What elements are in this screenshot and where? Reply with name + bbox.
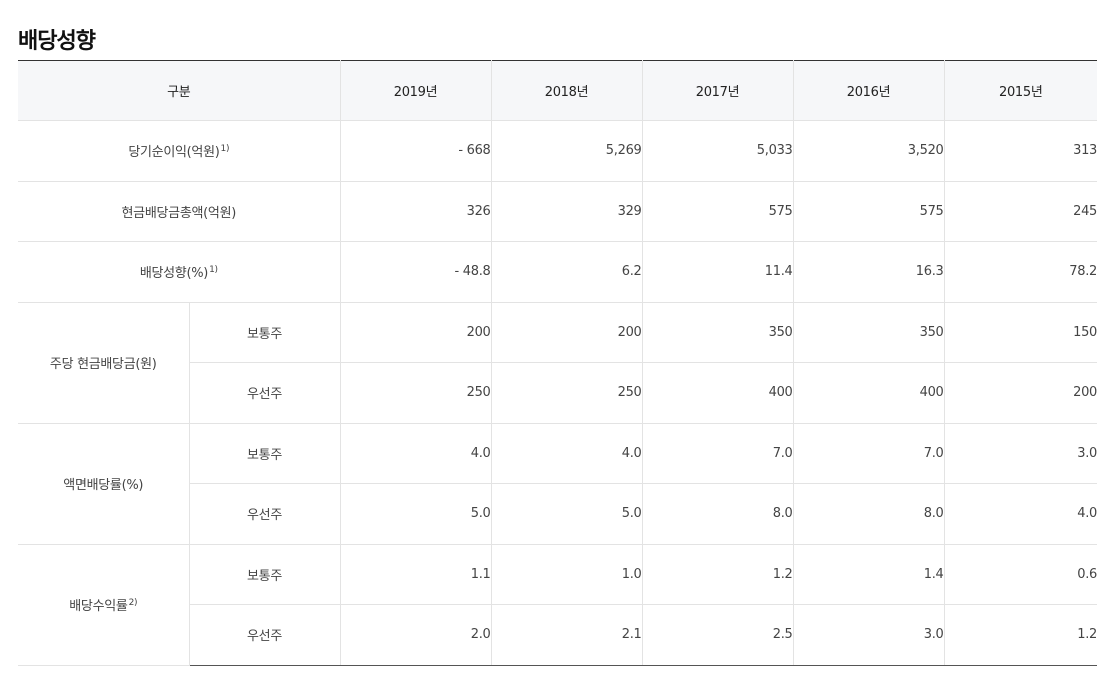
table-cell: 78.2 [943, 241, 1097, 303]
footnote-marker: 1) [209, 265, 218, 276]
table-row-payout-ratio: 배당성향(%)1) - 48.8 6.2 11.4 16.3 78.2 [18, 241, 1097, 303]
sub-label: 보통주 [188, 301, 341, 363]
group-label: 배당수익률2) [18, 543, 190, 666]
row-label: 현금배당금총액(억원) [18, 180, 341, 242]
table-cell: 400 [641, 362, 794, 424]
row-label-text: 당기순이익(억원) [128, 145, 220, 161]
table-header-row: 구분 2019년 2018년 2017년 2016년 2015년 [18, 60, 1098, 121]
table-cell: 350 [641, 301, 794, 363]
table-cell: 250 [490, 362, 643, 424]
table-cell: 16.3 [792, 241, 945, 303]
table-cell: - 668 [339, 120, 492, 182]
dividend-table: 구분 2019년 2018년 2017년 2016년 2015년 당기순이익(억… [18, 60, 1097, 666]
group-label-text: 배당수익률 [69, 599, 128, 614]
table-cell: 350 [792, 301, 945, 363]
table-cell: 575 [641, 180, 794, 242]
header-year: 2016년 [792, 60, 945, 121]
sub-label: 우선주 [189, 362, 341, 424]
table-cell: 326 [339, 180, 492, 242]
table-cell: 150 [943, 301, 1097, 363]
table-cell: 1.2 [641, 543, 794, 605]
table-cell: 1.1 [339, 543, 492, 605]
table-cell: 5.0 [339, 483, 492, 545]
table-cell: 1.2 [943, 604, 1097, 666]
table-cell: 250 [339, 362, 492, 424]
footnote-marker: 2) [128, 598, 138, 608]
table-cell: 8.0 [641, 483, 794, 545]
header-year: 2017년 [641, 60, 794, 121]
row-label: 당기순이익(억원)1) [18, 120, 341, 182]
table-cell: 200 [339, 301, 492, 363]
table-cell: 0.6 [943, 543, 1097, 605]
table-cell: 200 [490, 301, 643, 363]
table-cell: 11.4 [641, 241, 794, 303]
table-row-dividend-yield-common: 배당수익률2) 보통주 1.1 1.0 1.2 1.4 0.6 [18, 543, 1097, 666]
table-cell: 200 [943, 362, 1097, 424]
header-year: 2018년 [490, 60, 643, 121]
table-cell: 3,520 [792, 120, 945, 182]
table-row-net-income: 당기순이익(억원)1) - 668 5,269 5,033 3,520 313 [18, 120, 1097, 182]
table-cell: 1.4 [792, 543, 945, 605]
table-cell: 575 [792, 180, 945, 242]
table-cell: 8.0 [792, 483, 945, 545]
sub-label: 보통주 [188, 543, 341, 605]
table-cell: 3.0 [792, 604, 945, 666]
table-cell: 6.2 [490, 241, 643, 303]
table-cell: - 48.8 [339, 241, 492, 303]
table-cell: 7.0 [792, 422, 945, 484]
table-cell: 2.1 [490, 604, 643, 666]
table-cell: 5,269 [490, 120, 643, 182]
header-category: 구분 [18, 60, 341, 121]
table-cell: 5.0 [490, 483, 643, 545]
sub-label: 우선주 [189, 483, 341, 545]
header-year: 2015년 [943, 60, 1098, 121]
table-cell: 2.0 [339, 604, 492, 666]
table-cell: 3.0 [943, 422, 1097, 484]
footnote-marker: 1) [220, 144, 230, 155]
table-cell: 1.0 [490, 543, 643, 605]
row-label-text: 배당성향(%) [139, 266, 209, 282]
sub-label: 우선주 [189, 604, 341, 666]
table-row-par-yield-common: 액면배당률(%) 보통주 4.0 4.0 7.0 7.0 3.0 [18, 422, 1097, 545]
table-row-dps-common: 주당 현금배당금(원) 보통주 200 200 350 350 150 [18, 301, 1097, 424]
group-label: 주당 현금배당금(원) [18, 301, 190, 424]
table-row-cash-dividend-total: 현금배당금총액(억원) 326 329 575 575 245 [18, 180, 1097, 242]
table-cell: 5,033 [641, 120, 794, 182]
table-cell: 245 [943, 180, 1097, 242]
table-cell: 7.0 [641, 422, 794, 484]
header-year: 2019년 [339, 60, 492, 121]
page-title: 배당성향 [18, 28, 96, 54]
table-cell: 4.0 [490, 422, 643, 484]
table-cell: 4.0 [943, 483, 1097, 545]
table-cell: 2.5 [641, 604, 794, 666]
sub-label: 보통주 [188, 422, 341, 484]
group-label: 액면배당률(%) [18, 422, 190, 545]
table-cell: 400 [792, 362, 945, 424]
table-cell: 4.0 [339, 422, 492, 484]
row-label: 배당성향(%)1) [18, 241, 341, 303]
table-cell: 329 [490, 180, 643, 242]
table-cell: 313 [943, 120, 1097, 182]
